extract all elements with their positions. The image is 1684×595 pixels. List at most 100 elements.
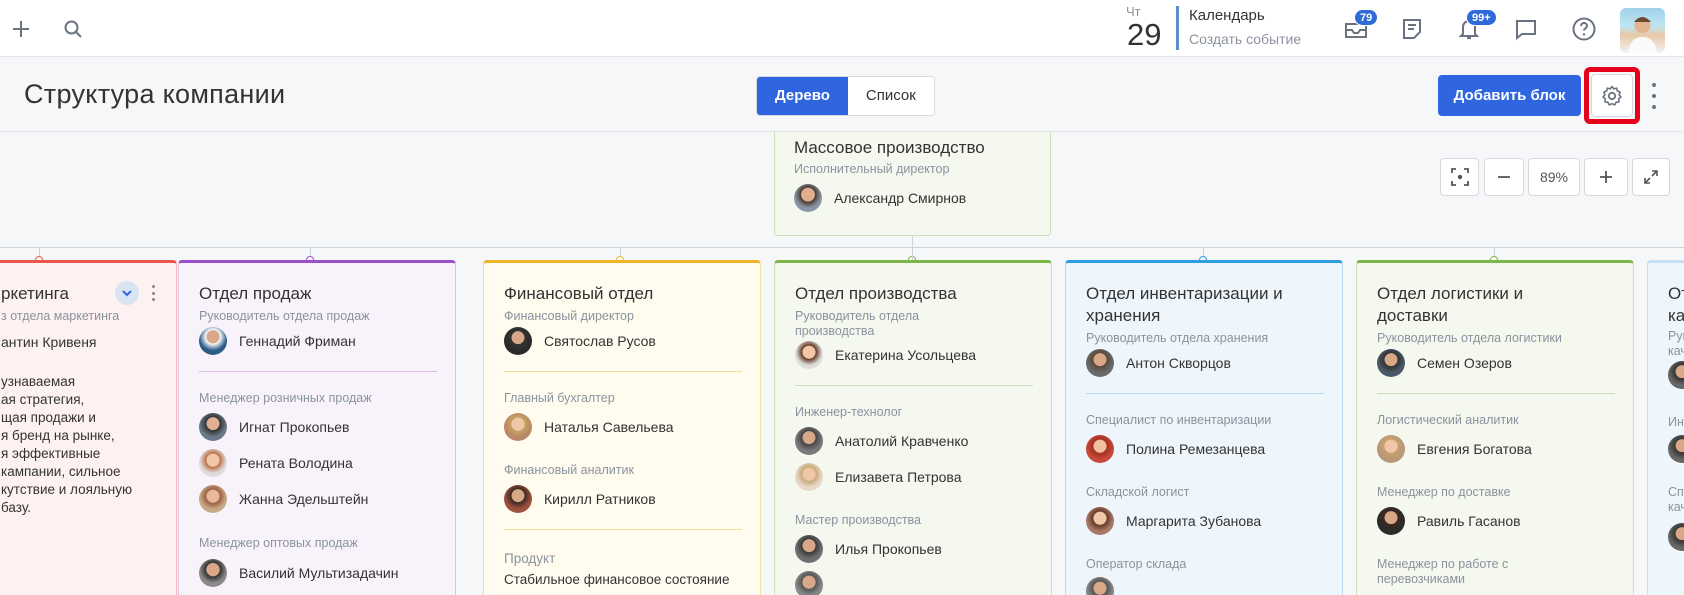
divider <box>1377 393 1615 394</box>
help-icon[interactable] <box>1569 14 1599 44</box>
connector-line <box>912 247 913 260</box>
block-role: Руководитель отдела продаж <box>199 309 370 323</box>
person-item[interactable]: Евгения Богатова <box>1377 435 1532 463</box>
person-name: Анатолий Кравченко <box>835 433 969 449</box>
focus-icon <box>1450 168 1469 186</box>
block-role: Руководитель отдела производства <box>795 309 920 338</box>
block-logistics[interactable]: Отдел логистики и доставки Руководитель … <box>1356 260 1634 595</box>
user-avatar[interactable] <box>1620 8 1665 53</box>
gear-icon <box>1602 85 1622 106</box>
zoom-level: 89% <box>1528 158 1580 196</box>
person-name: Евгения Богатова <box>1417 441 1532 457</box>
group-role: Спе кач <box>1668 485 1684 514</box>
zoom-out-button[interactable] <box>1484 158 1524 196</box>
tab-list[interactable]: Список <box>847 77 934 115</box>
person-item[interactable] <box>1086 577 1126 595</box>
org-chart-canvas[interactable]: Массовое производство Исполнительный дир… <box>0 132 1684 595</box>
block-marketing[interactable]: ркетинга з отдела маркетинга антин Криве… <box>0 260 177 595</box>
person-item[interactable]: Геннадий Фриман <box>199 327 356 355</box>
block-role: Рук кач <box>1668 329 1684 358</box>
person-item[interactable]: Рената Володина <box>199 449 353 477</box>
person-name: Екатерина Усольцева <box>835 347 977 363</box>
minus-icon <box>1498 176 1510 178</box>
divider <box>199 371 437 372</box>
tab-tree[interactable]: Дерево <box>757 77 848 115</box>
person-item[interactable]: Семен Озеров <box>1377 349 1512 377</box>
person-item[interactable]: Игнат Прокопьев <box>199 413 349 441</box>
person-item[interactable]: Екатерина Усольцева <box>795 341 976 369</box>
avatar <box>1668 435 1684 463</box>
person-item[interactable]: Александр Смирнов <box>794 184 966 212</box>
group-role: Инж <box>1668 415 1684 429</box>
person-item[interactable]: Наталья Савельева <box>504 413 674 441</box>
group-role: Оператор склада <box>1086 557 1187 571</box>
person-name: Геннадий Фриман <box>239 333 356 349</box>
more-menu-button[interactable] <box>1648 83 1660 109</box>
avatar <box>795 463 823 491</box>
create-event-link[interactable]: Создать событие <box>1189 31 1301 47</box>
avatar <box>1086 507 1114 535</box>
block-title: Массовое производство <box>794 138 985 157</box>
settings-button[interactable] <box>1591 74 1633 117</box>
avatar <box>199 327 227 355</box>
block-finance[interactable]: Финансовый отдел Финансовый директор Свя… <box>483 260 761 595</box>
block-mass-production[interactable]: Массовое производство Исполнительный дир… <box>774 132 1051 236</box>
zoom-in-button[interactable] <box>1584 158 1628 196</box>
person-item[interactable] <box>1668 523 1684 551</box>
avatar <box>504 485 532 513</box>
person-item[interactable]: Равиль Гасанов <box>1377 507 1521 535</box>
chat-icon[interactable] <box>1511 14 1541 44</box>
group-role: Складской логист <box>1086 485 1190 499</box>
view-switcher: Дерево Список <box>756 76 935 116</box>
group-role: Мастер производства <box>795 513 922 527</box>
avatar <box>1086 435 1114 463</box>
tasks-icon[interactable] <box>1397 14 1427 44</box>
person-item[interactable]: Василий Мультизадачин <box>199 559 398 587</box>
product-label: Продукт <box>504 551 556 566</box>
mail-badge: 79 <box>1354 9 1379 26</box>
block-partial[interactable]: От ка Рук кач Инж Спе кач <box>1647 260 1684 595</box>
person-name[interactable]: антин Кривеня <box>1 335 176 350</box>
person-item[interactable]: Полина Ремезанцева <box>1086 435 1265 463</box>
block-title: Отдел логистики и доставки <box>1377 284 1524 325</box>
fullscreen-button[interactable] <box>1632 158 1670 196</box>
divider <box>504 371 742 372</box>
avatar <box>795 427 823 455</box>
person-item[interactable]: Илья Прокопьев <box>795 535 942 563</box>
block-title: Отдел инвентаризации и хранения <box>1086 284 1283 325</box>
search-icon[interactable] <box>58 14 88 44</box>
group-role: Логистический аналитик <box>1377 413 1519 427</box>
add-block-button[interactable]: Добавить блок <box>1438 75 1581 116</box>
group-role: Инженер-технолог <box>795 405 903 419</box>
block-inventory[interactable]: Отдел инвентаризации и хранения Руководи… <box>1065 260 1343 595</box>
calendar-date[interactable]: Чт 29 <box>1126 4 1176 52</box>
person-item[interactable]: Жанна Эдельштейн <box>199 485 368 513</box>
plus-icon <box>1600 171 1612 183</box>
block-sales[interactable]: Отдел продаж Руководитель отдела продаж … <box>178 260 456 595</box>
connector-line <box>912 236 913 247</box>
collapse-button[interactable] <box>115 281 139 305</box>
block-title: Отдел производства <box>795 284 957 303</box>
block-production[interactable]: Отдел производства Руководитель отдела п… <box>774 260 1052 595</box>
block-title: Финансовый отдел <box>504 284 654 303</box>
person-item[interactable]: Святослав Русов <box>504 327 656 355</box>
person-item[interactable]: Анатолий Кравченко <box>795 427 968 455</box>
person-item[interactable] <box>1668 361 1684 389</box>
fit-screen-button[interactable] <box>1440 158 1479 196</box>
person-item[interactable]: Антон Скворцов <box>1086 349 1231 377</box>
avatar <box>1377 349 1405 377</box>
calendar-title[interactable]: Календарь <box>1189 7 1265 24</box>
person-item[interactable] <box>1668 435 1684 463</box>
person-name: Семен Озеров <box>1417 355 1512 371</box>
calendar-day: 29 <box>1127 17 1162 52</box>
person-item[interactable]: Елизавета Петрова <box>795 463 962 491</box>
block-menu-button[interactable] <box>150 285 156 301</box>
plus-icon[interactable] <box>6 14 36 44</box>
avatar <box>1668 523 1684 551</box>
person-item[interactable]: Маргарита Зубанова <box>1086 507 1261 535</box>
group-role: Менеджер по доставке <box>1377 485 1511 499</box>
calendar-separator <box>1176 6 1179 50</box>
person-name: Полина Ремезанцева <box>1126 441 1266 457</box>
person-item[interactable]: Кирилл Ратников <box>504 485 656 513</box>
person-item[interactable] <box>795 571 835 595</box>
